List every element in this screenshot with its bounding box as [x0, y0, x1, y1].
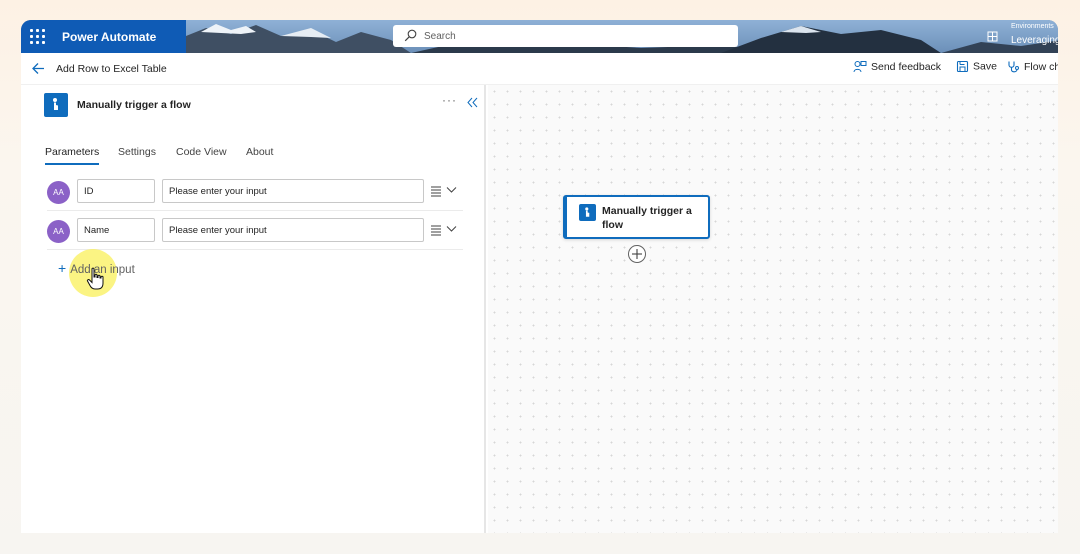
stethoscope-icon: [1008, 61, 1019, 73]
command-bar: Add Row to Excel Table Send feedback Sav…: [21, 53, 1058, 85]
panel-title: Manually trigger a flow: [77, 99, 191, 111]
top-header-bar: Power Automate Search Environments Lever…: [21, 20, 1058, 53]
chevron-down-icon[interactable]: [446, 225, 457, 233]
flow-checker-button[interactable]: Flow ch: [1006, 60, 1058, 78]
input-name-field[interactable]: Name: [77, 218, 155, 242]
trigger-config-panel: Manually trigger a flow ··· Parameters S…: [21, 85, 486, 533]
environment-value: Leveraging: [1011, 35, 1058, 46]
plus-icon: [632, 249, 642, 259]
text-type-icon: AA: [47, 220, 70, 243]
chevron-down-icon[interactable]: [446, 186, 457, 194]
app-window: Power Automate Search Environments Lever…: [21, 20, 1058, 533]
save-icon: [956, 60, 969, 73]
send-feedback-label: Send feedback: [871, 61, 942, 73]
app-launcher-icon[interactable]: [29, 28, 47, 46]
collapse-panel-icon[interactable]: [467, 97, 478, 108]
input-value-field[interactable]: Please enter your input: [162, 179, 424, 203]
trigger-hand-icon: [44, 93, 68, 117]
save-label: Save: [973, 60, 997, 73]
tab-settings[interactable]: Settings: [118, 146, 156, 163]
feedback-icon: [853, 61, 867, 73]
menu-lines-icon[interactable]: [430, 185, 442, 197]
environment-label: Environments: [1011, 23, 1054, 30]
input-name-field[interactable]: ID: [77, 179, 155, 203]
back-arrow-icon[interactable]: [31, 61, 46, 76]
more-options-icon[interactable]: ···: [442, 93, 457, 107]
search-placeholder: Search: [424, 31, 456, 42]
environment-picker[interactable]: Environments Leveraging: [981, 20, 1058, 53]
input-value-field[interactable]: Please enter your input: [162, 218, 424, 242]
environment-icon: [987, 31, 998, 42]
flow-name: Add Row to Excel Table: [56, 63, 167, 75]
trigger-card[interactable]: Manually trigger a flow: [563, 195, 710, 239]
send-feedback-button[interactable]: Send feedback: [853, 60, 941, 78]
input-row: AA Name Please enter your input: [47, 212, 463, 250]
plus-icon: +: [58, 260, 67, 276]
trigger-hand-icon: [579, 204, 596, 221]
app-name[interactable]: Power Automate: [62, 30, 156, 44]
tab-about[interactable]: About: [246, 146, 273, 163]
flow-checker-label: Flow ch: [1024, 61, 1058, 73]
designer-canvas[interactable]: Manually trigger a flow: [488, 85, 1058, 533]
input-row: AA ID Please enter your input: [47, 173, 463, 211]
trigger-card-label: Manually trigger a flow: [602, 205, 692, 231]
search-box[interactable]: Search: [393, 25, 738, 47]
text-type-icon: AA: [47, 181, 70, 204]
add-step-button[interactable]: [628, 245, 646, 263]
save-button[interactable]: Save: [956, 60, 997, 78]
tab-code-view[interactable]: Code View: [176, 146, 227, 163]
search-icon: [404, 29, 417, 42]
tab-parameters[interactable]: Parameters: [45, 146, 100, 165]
menu-lines-icon[interactable]: [430, 224, 442, 236]
hand-cursor-icon: [86, 267, 104, 290]
